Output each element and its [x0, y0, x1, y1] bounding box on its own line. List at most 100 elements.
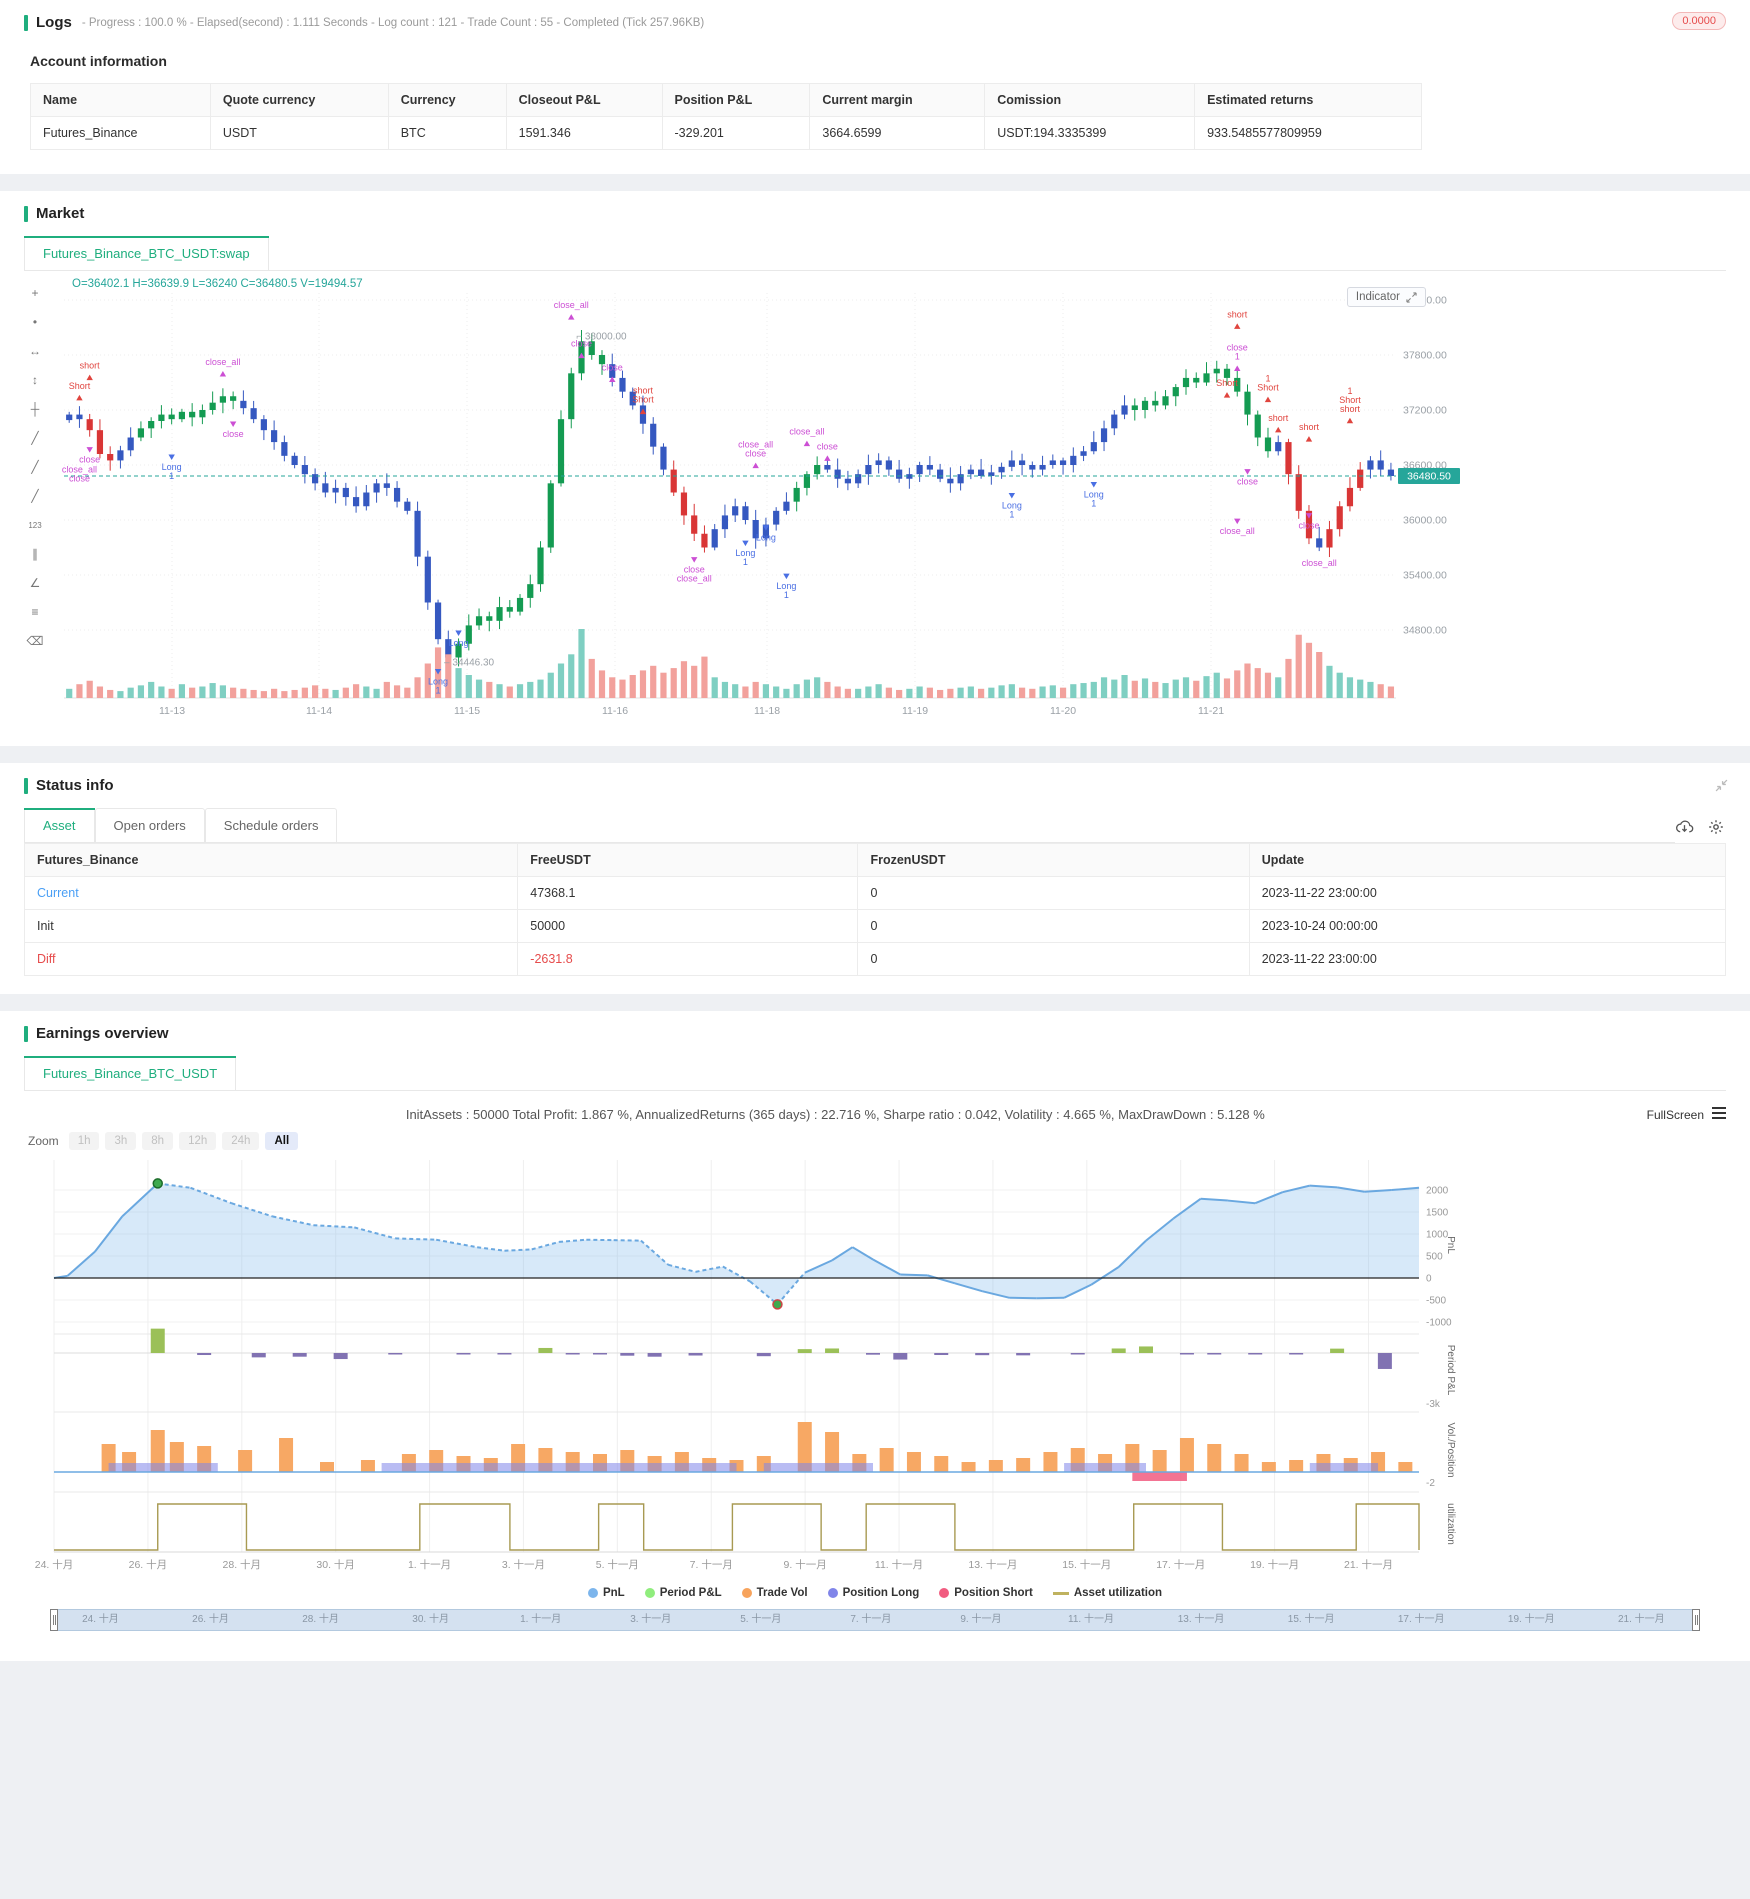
- earnings-stats: InitAssets : 50000 Total Profit: 1.867 %…: [405, 1107, 1265, 1122]
- svg-text:short: short: [1340, 404, 1361, 414]
- svg-text:close_all: close_all: [205, 357, 240, 367]
- zoom-option-8h[interactable]: 8h: [142, 1132, 174, 1150]
- svg-text:13. 十一月: 13. 十一月: [968, 1558, 1017, 1571]
- svg-text:9. 十一月: 9. 十一月: [784, 1558, 827, 1571]
- zoom-option-1h[interactable]: 1h: [68, 1132, 100, 1150]
- legend-label: Trade Vol: [756, 1587, 808, 1599]
- navigator-date-label: 9. 十一月: [960, 1614, 1002, 1625]
- legend-item-position-long[interactable]: Position Long: [827, 1587, 919, 1599]
- trash-icon[interactable]: ⌫: [24, 631, 46, 651]
- segment-icon[interactable]: ╱: [24, 428, 46, 448]
- tab-earnings-symbol[interactable]: Futures_Binance_BTC_USDT: [24, 1056, 237, 1090]
- svg-text:-2: -2: [1426, 1478, 1435, 1489]
- range-navigator[interactable]: 24. 十月 26. 十月 28. 十月 30. 十月 1. 十一月 3. 十一月 5. 十…: [50, 1609, 1700, 1631]
- trade-marker: short: [80, 361, 101, 381]
- angle-icon[interactable]: ∠: [24, 573, 46, 593]
- crosshair-icon[interactable]: +: [24, 283, 46, 303]
- legend-item-pnl[interactable]: PnL: [587, 1587, 625, 1599]
- account-table: Name Quote currency Currency Closeout P&L Po…: [30, 83, 1422, 150]
- svg-text:1: 1: [784, 590, 789, 600]
- status-tab-asset[interactable]: Asset: [24, 808, 95, 842]
- status-card: Status info Asset Open orders Schedule ord…: [0, 763, 1750, 994]
- cloud-download-icon[interactable]: [1675, 819, 1694, 835]
- frozen-usdt-value: 0: [857, 876, 1250, 910]
- legend-item-asset-utilization[interactable]: Asset utilization: [1052, 1587, 1162, 1599]
- menu-icon[interactable]: [1712, 1107, 1726, 1122]
- status-tab-schedule-orders[interactable]: Schedule orders: [204, 808, 338, 842]
- update-time: 2023-10-24 00:00:00: [1248, 909, 1727, 943]
- asset-row-label[interactable]: Current: [23, 876, 519, 910]
- navigator-date-label: 7. 十一月: [850, 1614, 892, 1625]
- trade-marker: close_all: [205, 357, 240, 377]
- price-label-icon[interactable]: 123: [24, 515, 46, 535]
- svg-text:short: short: [80, 361, 101, 371]
- legend-label: PnL: [602, 1587, 625, 1599]
- account-cell: 3664.6599: [809, 116, 986, 150]
- free-usdt-value: 47368.1: [517, 876, 859, 910]
- parallel-lines-icon[interactable]: ∥: [24, 544, 46, 564]
- ray-icon[interactable]: ╱: [24, 457, 46, 477]
- list-icon[interactable]: ≡: [24, 602, 46, 622]
- trade-marker: close: [817, 441, 838, 461]
- navigator-handle-right[interactable]: [1692, 1609, 1700, 1631]
- svg-text:close: close: [223, 429, 244, 439]
- legend-item-period-p-l[interactable]: Period P&L: [644, 1587, 722, 1599]
- section-accent-bar: [24, 777, 28, 794]
- candlestick-chart[interactable]: 38400.0037800.0037200.0036600.0036000.00…: [24, 273, 1726, 725]
- asset-table-row: Diff -2631.8 0 2023-11-22 23:00:00: [23, 942, 1727, 976]
- trade-marker: shortShort: [632, 386, 654, 415]
- svg-text:close: close: [745, 449, 766, 459]
- fullscreen-button[interactable]: FullScreen: [1647, 1107, 1726, 1122]
- market-chart-area[interactable]: + • ↔ ↕ ┼ ╱ ╱ ╱ 123 ∥ ∠ ≡ ⌫ Indicator 38400.0037800.…: [24, 273, 1726, 728]
- trade-marker: Long1: [735, 540, 755, 567]
- indicator-button[interactable]: Indicator: [1346, 287, 1426, 307]
- legend-item-trade-vol[interactable]: Trade Vol: [741, 1587, 808, 1599]
- status-title: Status info: [36, 777, 114, 794]
- vertical-line-icon[interactable]: ↕: [24, 370, 46, 390]
- svg-text:11-19: 11-19: [902, 705, 928, 717]
- trend-line-icon[interactable]: ╱: [24, 486, 46, 506]
- account-col-header: Current margin: [809, 83, 986, 117]
- status-tab-open-orders[interactable]: Open orders: [94, 808, 205, 842]
- account-col-header: Currency: [387, 83, 507, 117]
- navigator-handle-left[interactable]: [50, 1609, 58, 1631]
- legend-item-position-short[interactable]: Position Short: [939, 1587, 1033, 1599]
- svg-text:Long: Long: [756, 533, 776, 543]
- svg-text:21. 十一月: 21. 十一月: [1344, 1558, 1393, 1571]
- zoom-range-controls: Zoom 1h 3h 8h 12h 24h All: [28, 1132, 1726, 1150]
- trade-marker: Long1: [428, 669, 448, 696]
- svg-text:5. 十一月: 5. 十一月: [596, 1558, 639, 1571]
- earnings-card: Earnings overview Futures_Binance_BTC_US…: [0, 1011, 1750, 1661]
- legend-label: Period P&L: [659, 1587, 722, 1599]
- navigator-date-label: 19. 十一月: [1507, 1614, 1555, 1625]
- earnings-chart[interactable]: 24. 十月 26. 十月 28. 十月 30. 十月 1. 十一月 3. 十一月 5. 十…: [24, 1150, 1726, 1582]
- zoom-option-3h[interactable]: 3h: [105, 1132, 137, 1150]
- zoom-option-12h[interactable]: 12h: [179, 1132, 217, 1150]
- zoom-option-all[interactable]: All: [265, 1132, 299, 1150]
- trade-marker: 1Shortshort: [1339, 386, 1361, 424]
- svg-text:Short: Short: [1257, 383, 1279, 393]
- zoom-option-24h[interactable]: 24h: [222, 1132, 260, 1150]
- svg-text:close: close: [69, 473, 90, 483]
- svg-text:close_all: close_all: [1220, 526, 1255, 536]
- svg-text:17. 十一月: 17. 十一月: [1156, 1558, 1205, 1571]
- gear-icon[interactable]: [1708, 819, 1724, 835]
- account-col-header: Estimated returns: [1194, 83, 1422, 117]
- asset-table-header: Futures_Binance FreeUSDT FrozenUSDT Update: [23, 843, 1727, 877]
- navigator-date-label: 15. 十一月: [1287, 1614, 1335, 1625]
- tab-market-symbol[interactable]: Futures_Binance_BTC_USDT:swap: [24, 236, 269, 270]
- svg-text:-1000: -1000: [1426, 1318, 1452, 1329]
- collapse-icon[interactable]: [1715, 779, 1728, 792]
- dot-cursor-icon[interactable]: •: [24, 312, 46, 332]
- expand-icon: [1406, 291, 1417, 303]
- cross-line-icon[interactable]: ┼: [24, 399, 46, 419]
- svg-text:500: 500: [1426, 1252, 1443, 1263]
- svg-text:11-20: 11-20: [1050, 705, 1076, 717]
- account-cell: 1591.346: [505, 116, 663, 150]
- horizontal-line-icon[interactable]: ↔: [24, 341, 46, 361]
- trade-marker: close_allclose: [62, 464, 97, 483]
- account-col-header: Quote currency: [209, 83, 389, 117]
- trade-marker: closeclose_all: [677, 557, 712, 584]
- svg-text:11-13: 11-13: [159, 705, 185, 717]
- svg-text:Short: Short: [632, 395, 654, 405]
